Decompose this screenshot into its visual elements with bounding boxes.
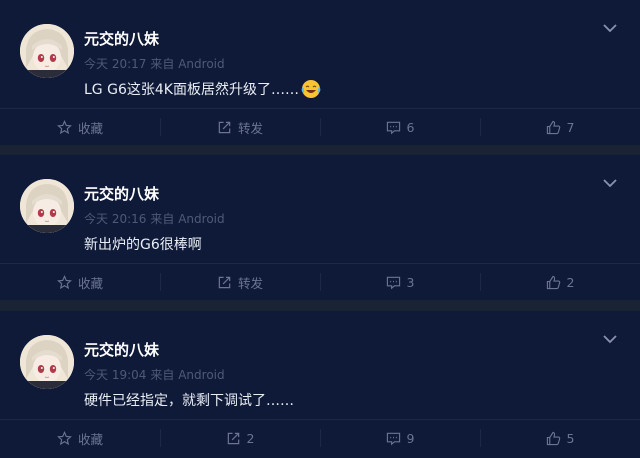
laugh-cry-icon: [301, 79, 321, 99]
avatar[interactable]: [20, 179, 74, 233]
post-source[interactable]: 来自 Android: [150, 212, 224, 226]
avatar[interactable]: [20, 335, 74, 389]
favorite-button[interactable]: 收藏: [0, 264, 160, 300]
post-content: LG G6这张4K面板居然升级了……: [84, 79, 321, 99]
repost-button[interactable]: 转发: [160, 109, 320, 145]
username[interactable]: 元交的八妹: [84, 183, 159, 204]
repost-label: 转发: [237, 275, 263, 291]
chevron-down-icon[interactable]: [602, 22, 618, 34]
comment-count: 3: [406, 274, 415, 290]
post-card: 元交的八妹 今天 20:17 来自 Android LG G6这张4K面板居然升级…: [0, 0, 640, 145]
star-icon: [57, 430, 72, 445]
like-count: 7: [566, 119, 575, 135]
weibo-feed: 元交的八妹 今天 20:17 来自 Android LG G6这张4K面板居然升级…: [0, 0, 640, 458]
like-count: 2: [566, 274, 575, 290]
thumbs-up-icon: [546, 120, 560, 134]
username[interactable]: 元交的八妹: [84, 339, 159, 360]
post-card: 元交的八妹 今天 19:04 来自 Android 硬件已经指定，就剩下调试了………: [0, 311, 640, 458]
avatar[interactable]: [20, 24, 74, 78]
favorite-label: 收藏: [77, 120, 103, 136]
repost-button[interactable]: 转发: [160, 264, 320, 300]
post-meta: 今天 20:17 来自 Android: [84, 55, 229, 72]
post-time: 今天 19:04: [84, 368, 147, 382]
post-content: 新出炉的G6很棒啊: [84, 234, 202, 254]
star-icon: [57, 119, 72, 134]
comment-count: 9: [406, 430, 415, 446]
favorite-label: 收藏: [77, 431, 103, 447]
comment-icon: [386, 276, 400, 289]
comment-count: 6: [406, 119, 415, 135]
post-card: 元交的八妹 今天 20:16 来自 Android 新出炉的G6很棒啊 收藏 转发…: [0, 155, 640, 300]
share-icon: [218, 121, 231, 133]
share-icon: [218, 276, 231, 288]
comment-button[interactable]: 9: [320, 420, 480, 456]
star-icon: [57, 274, 72, 289]
like-count: 5: [566, 430, 575, 446]
like-button[interactable]: 7: [480, 109, 640, 145]
username[interactable]: 元交的八妹: [84, 28, 159, 49]
comment-button[interactable]: 6: [320, 109, 480, 145]
post-text: LG G6这张4K面板居然升级了……: [84, 82, 299, 98]
chevron-down-icon[interactable]: [602, 177, 618, 189]
favorite-button[interactable]: 收藏: [0, 109, 160, 145]
post-source[interactable]: 来自 Android: [150, 368, 224, 382]
favorite-label: 收藏: [77, 275, 103, 291]
comment-icon: [386, 432, 400, 445]
share-icon: [227, 432, 239, 444]
action-bar: 收藏 2 9 5: [0, 420, 640, 456]
post-text: 硬件已经指定，就剩下调试了……: [84, 393, 294, 409]
repost-button[interactable]: 2: [160, 420, 320, 456]
like-button[interactable]: 5: [480, 420, 640, 456]
like-button[interactable]: 2: [480, 264, 640, 300]
post-content: 硬件已经指定，就剩下调试了……: [84, 390, 294, 410]
post-meta: 今天 20:16 来自 Android: [84, 210, 229, 227]
post-meta: 今天 19:04 来自 Android: [84, 366, 229, 383]
post-text: 新出炉的G6很棒啊: [84, 237, 202, 253]
post-source[interactable]: 来自 Android: [150, 57, 224, 71]
thumbs-up-icon: [546, 431, 560, 445]
action-bar: 收藏 转发 6 7: [0, 109, 640, 145]
favorite-button[interactable]: 收藏: [0, 420, 160, 456]
repost-label: 转发: [237, 120, 263, 136]
thumbs-up-icon: [546, 275, 560, 289]
comment-icon: [386, 121, 400, 134]
repost-count: 2: [246, 430, 255, 446]
post-time: 今天 20:16: [84, 212, 147, 226]
comment-button[interactable]: 3: [320, 264, 480, 300]
action-bar: 收藏 转发 3 2: [0, 264, 640, 300]
post-time: 今天 20:17: [84, 57, 147, 71]
chevron-down-icon[interactable]: [602, 333, 618, 345]
